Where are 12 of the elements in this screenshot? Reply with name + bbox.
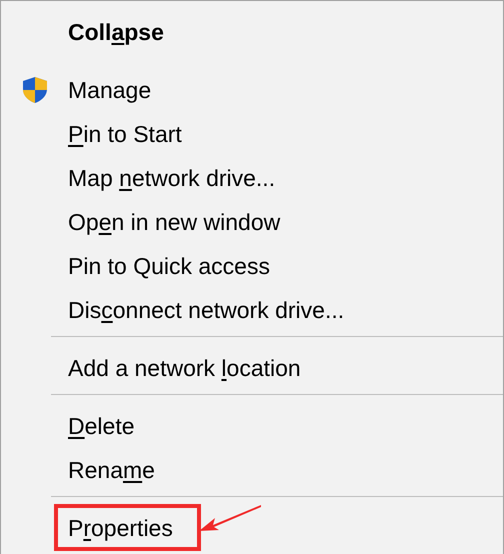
menu-item[interactable]: Manage <box>68 77 152 103</box>
menu-item[interactable]: Collapse <box>68 19 164 45</box>
menu-item[interactable]: Pin to Start <box>68 121 182 147</box>
menu-item[interactable]: Delete <box>68 413 134 439</box>
menu-item[interactable]: Open in new window <box>68 209 280 235</box>
menu-item[interactable]: Add a network location <box>68 355 301 381</box>
menu-item[interactable]: Properties <box>68 515 173 541</box>
pointer-arrow <box>199 503 263 533</box>
menu-item[interactable]: Pin to Quick access <box>68 253 270 279</box>
menu-item[interactable]: Rename <box>68 457 155 483</box>
menu-item[interactable]: Map network drive... <box>68 165 276 191</box>
menu-item[interactable]: Disconnect network drive... <box>68 297 344 323</box>
